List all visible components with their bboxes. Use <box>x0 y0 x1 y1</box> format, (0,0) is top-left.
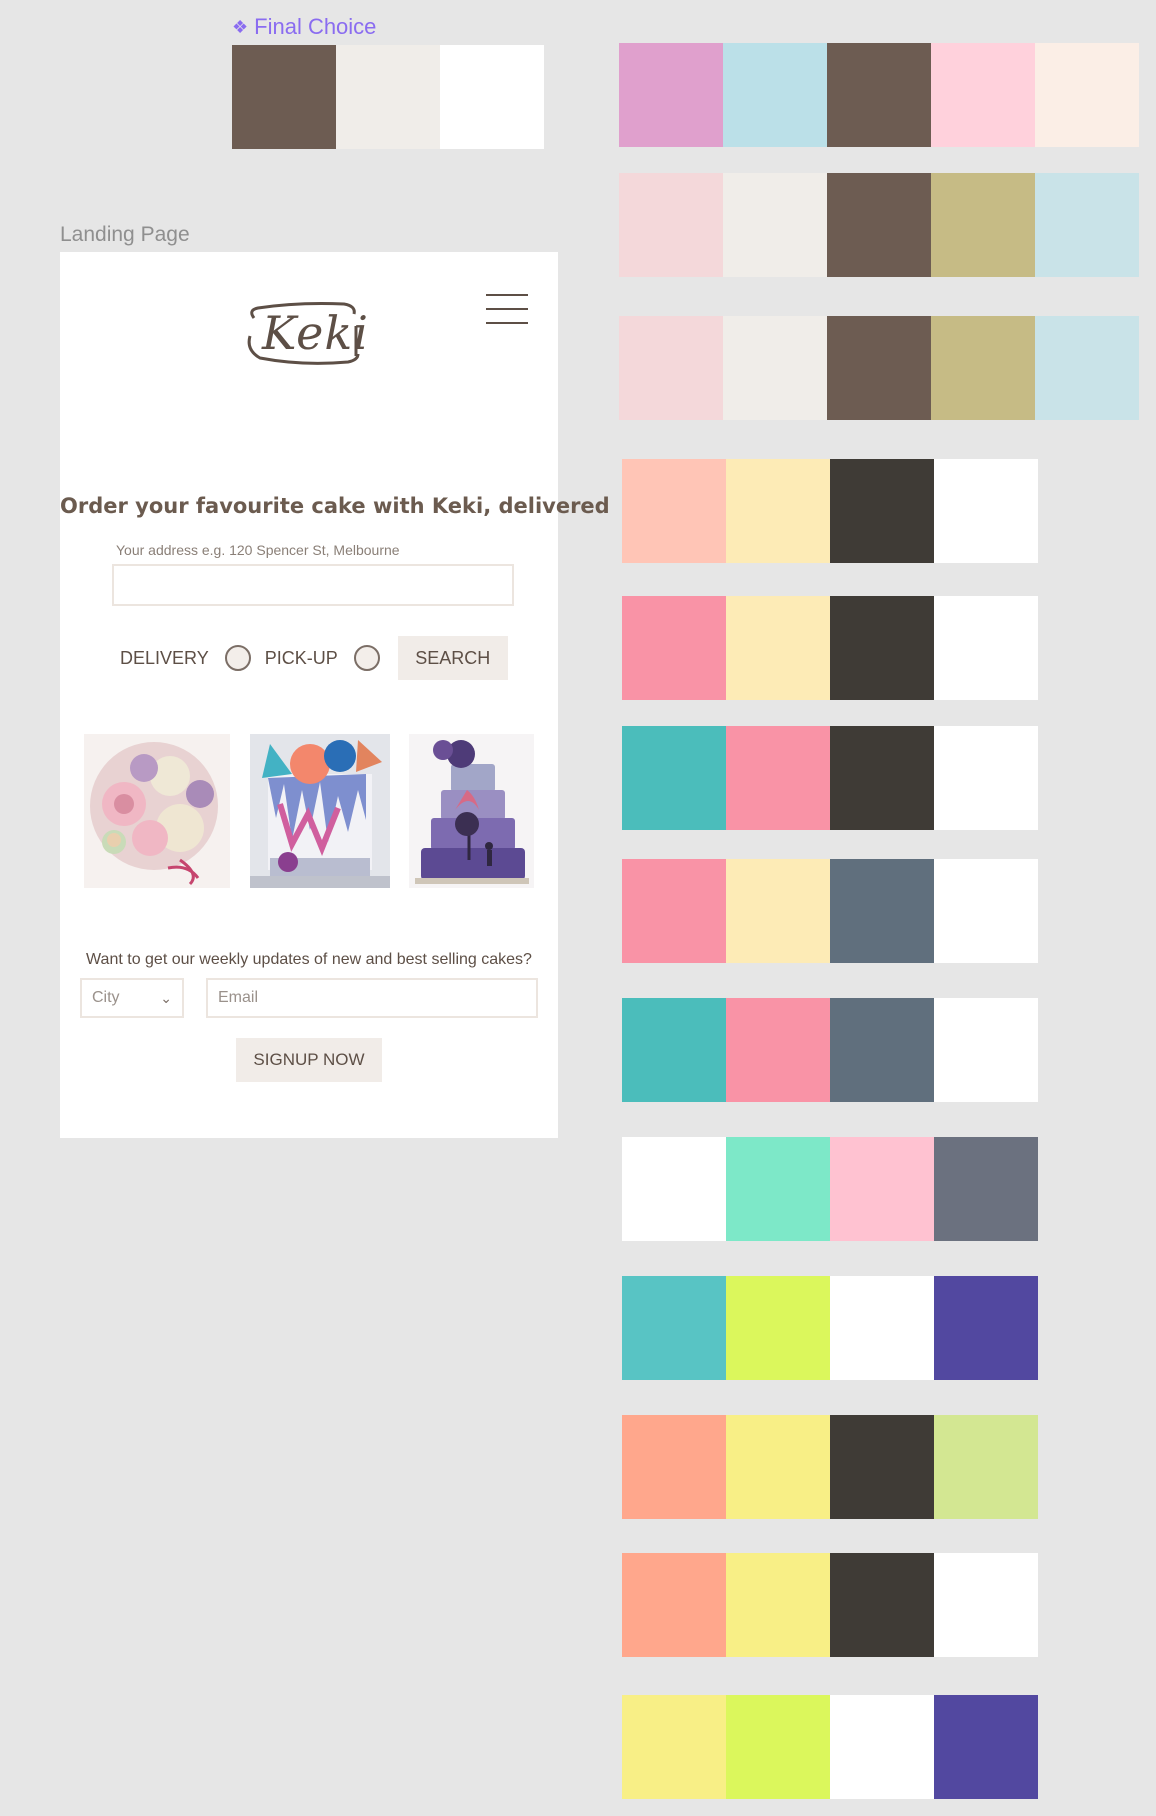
palette-swatch[interactable] <box>827 43 931 147</box>
palette-swatch[interactable] <box>830 596 934 700</box>
palette-swatch[interactable] <box>934 459 1038 563</box>
final-choice-swatches <box>232 45 544 149</box>
palette-swatch[interactable] <box>830 859 934 963</box>
palette-row <box>622 596 1038 700</box>
palette-swatch[interactable] <box>622 596 726 700</box>
newsletter-text: Want to get our weekly updates of new an… <box>86 951 532 968</box>
palette-swatch[interactable] <box>934 596 1038 700</box>
palette-row <box>622 726 1038 830</box>
palette-swatch[interactable] <box>931 316 1035 420</box>
palette-row <box>622 998 1038 1102</box>
palette-swatch[interactable] <box>622 1276 726 1380</box>
final-swatch[interactable] <box>232 45 336 149</box>
menu-icon[interactable] <box>486 294 528 324</box>
palette-row <box>619 316 1139 420</box>
cake-image-tiered[interactable] <box>409 734 534 888</box>
delivery-options: DELIVERY PICK-UP SEARCH <box>120 636 508 680</box>
palette-swatch[interactable] <box>622 1695 726 1799</box>
city-select-value: City <box>92 989 120 1006</box>
palette-row <box>622 1276 1038 1380</box>
palette-swatch[interactable] <box>622 726 726 830</box>
final-swatch[interactable] <box>336 45 440 149</box>
palette-row <box>619 173 1139 277</box>
palette-swatch[interactable] <box>827 173 931 277</box>
logo-text: Keki <box>262 306 369 360</box>
email-input[interactable] <box>206 978 538 1018</box>
palette-swatch[interactable] <box>830 1695 934 1799</box>
pickup-radio[interactable] <box>353 645 380 671</box>
palette-swatch[interactable] <box>931 173 1035 277</box>
palette-swatch[interactable] <box>827 316 931 420</box>
search-button[interactable]: SEARCH <box>397 636 508 680</box>
palette-row <box>622 459 1038 563</box>
palette-swatch[interactable] <box>726 859 830 963</box>
landing-page-frame: Keki Order your favourite cake with Keki… <box>60 252 610 1138</box>
palette-swatch[interactable] <box>726 1695 830 1799</box>
palette-swatch[interactable] <box>726 1415 830 1519</box>
palette-swatch[interactable] <box>619 316 723 420</box>
palette-swatch[interactable] <box>619 43 723 147</box>
palette-swatch[interactable] <box>622 459 726 563</box>
palette-swatch[interactable] <box>830 1137 934 1241</box>
palette-row <box>622 1553 1038 1657</box>
palette-swatch[interactable] <box>934 1276 1038 1380</box>
palette-swatch[interactable] <box>726 726 830 830</box>
frame-label: Landing Page <box>60 223 190 246</box>
component-icon: ❖ <box>232 16 249 37</box>
delivery-label: DELIVERY <box>120 647 209 668</box>
palette-swatch[interactable] <box>934 1695 1038 1799</box>
palette-row <box>622 1137 1038 1241</box>
palette-swatch[interactable] <box>726 1276 830 1380</box>
palette-swatch[interactable] <box>934 1137 1038 1241</box>
palette-swatch[interactable] <box>622 859 726 963</box>
palette-swatch[interactable] <box>619 173 723 277</box>
palette-swatch[interactable] <box>723 316 827 420</box>
palette-swatch[interactable] <box>934 998 1038 1102</box>
keki-logo[interactable]: Keki <box>240 292 374 372</box>
palette-swatch[interactable] <box>622 1415 726 1519</box>
delivery-radio[interactable] <box>224 645 251 671</box>
palette-swatch[interactable] <box>726 998 830 1102</box>
palette-swatch[interactable] <box>1035 43 1139 147</box>
city-select[interactable]: City ⌄ <box>80 978 184 1018</box>
final-choice-text: Final Choice <box>254 14 377 39</box>
palette-swatch[interactable] <box>830 459 934 563</box>
palette-swatch[interactable] <box>726 1137 830 1241</box>
palette-swatch[interactable] <box>1035 173 1139 277</box>
cake-image-flowers[interactable] <box>84 734 230 888</box>
palette-swatch[interactable] <box>726 596 830 700</box>
palette-swatch[interactable] <box>723 43 827 147</box>
palette-swatch[interactable] <box>830 998 934 1102</box>
palette-swatch[interactable] <box>622 998 726 1102</box>
address-input[interactable] <box>112 564 514 606</box>
palette-swatch[interactable] <box>830 1415 934 1519</box>
palette-swatch[interactable] <box>726 1553 830 1657</box>
pickup-label: PICK-UP <box>264 647 338 668</box>
signup-button[interactable]: SIGNUP NOW <box>236 1038 382 1082</box>
palette-swatch[interactable] <box>830 726 934 830</box>
palette-row <box>622 859 1038 963</box>
page-headline: Order your favourite cake with Keki, del… <box>60 494 610 518</box>
palette-row <box>619 43 1139 147</box>
palette-swatch[interactable] <box>1035 316 1139 420</box>
palette-swatch[interactable] <box>726 459 830 563</box>
palette-row <box>622 1415 1038 1519</box>
palette-swatch[interactable] <box>934 1415 1038 1519</box>
palette-swatch[interactable] <box>622 1553 726 1657</box>
final-swatch[interactable] <box>440 45 544 149</box>
palette-swatch[interactable] <box>934 726 1038 830</box>
palette-swatch[interactable] <box>934 859 1038 963</box>
palette-swatch[interactable] <box>931 43 1035 147</box>
final-choice-label: ❖ Final Choice <box>232 14 376 40</box>
palette-swatch[interactable] <box>723 173 827 277</box>
palette-swatch[interactable] <box>830 1276 934 1380</box>
chevron-down-icon: ⌄ <box>160 989 172 1006</box>
palette-swatch[interactable] <box>622 1137 726 1241</box>
cake-image-drip[interactable] <box>250 734 390 888</box>
palette-row <box>622 1695 1038 1799</box>
address-label: Your address e.g. 120 Spencer St, Melbou… <box>116 542 400 558</box>
palette-swatch[interactable] <box>934 1553 1038 1657</box>
palette-swatch[interactable] <box>830 1553 934 1657</box>
